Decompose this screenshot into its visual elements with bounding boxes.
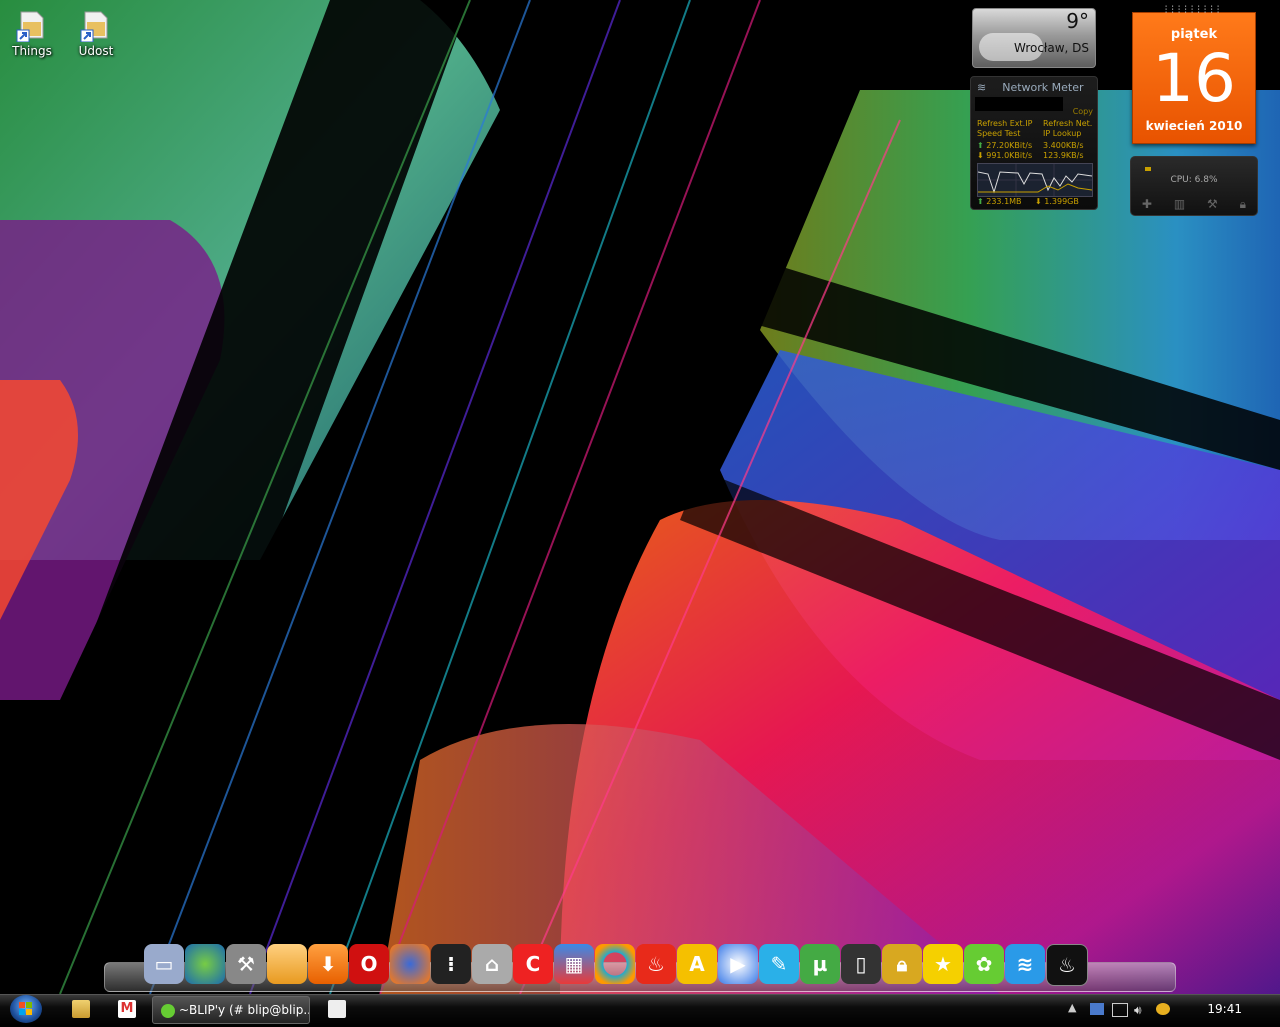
computer-icon[interactable]: ▭ (144, 944, 184, 984)
globe-icon[interactable] (185, 944, 225, 984)
folder-shortcut-icon (79, 8, 113, 43)
up-arrow-icon: ⬆ (977, 197, 984, 206)
memory-icon[interactable]: ▥ (1174, 197, 1185, 212)
gadu-icon[interactable]: ✿ (964, 944, 1004, 984)
weather-city: Wrocław, DS (1014, 41, 1089, 55)
tools-icon[interactable]: ⚒ (226, 944, 266, 984)
start-button[interactable] (10, 995, 42, 1023)
cubes-icon[interactable]: ▦ (554, 944, 594, 984)
redacted-ip (975, 97, 1063, 111)
system-tray: ▲ 🔊︎ 19:41 (1060, 995, 1280, 1023)
refresh-net-link[interactable]: Refresh Net. (1043, 119, 1092, 128)
antenna-icon[interactable]: ⁝ (431, 944, 471, 984)
folder-shortcut-icon (15, 8, 49, 43)
total-upload: 233.1MB (986, 197, 1022, 206)
taskbar-window-title: ~BLIP'y (# blip@blip.... (179, 1003, 310, 1017)
burn-icon[interactable]: ♨ (636, 944, 676, 984)
copy-link[interactable]: Copy (1073, 107, 1093, 116)
notepad-taskbar-icon[interactable] (328, 1000, 346, 1018)
lock-icon[interactable]: 🔒︎ (1240, 197, 1246, 212)
desktop-icon-udost[interactable]: Udost (64, 4, 128, 58)
explorer-quicklaunch-icon[interactable] (72, 1000, 90, 1018)
wrench-icon[interactable]: ⚒ (1207, 197, 1218, 212)
firefox-icon[interactable] (390, 944, 430, 984)
add-icon[interactable]: ✚ (1142, 197, 1152, 212)
total-download: 1.399GB (1044, 197, 1079, 206)
ipod-icon[interactable]: ▯ (841, 944, 881, 984)
downloads-icon[interactable]: ⬇ (308, 944, 348, 984)
desktop-icon-things[interactable]: Things (0, 4, 64, 58)
show-hidden-icons-chevron-icon[interactable]: ▲ (1068, 1001, 1076, 1014)
taskbar-clock[interactable]: 19:41 (1207, 1002, 1242, 1016)
volume-tray-icon[interactable]: 🔊︎ (1134, 1003, 1148, 1017)
calendar-day-number: 16 (1152, 40, 1236, 117)
download-rate: ⬇ 991.0KBit/s (977, 151, 1033, 160)
ip-lookup-link[interactable]: IP Lookup (1043, 129, 1081, 138)
down-arrow-icon: ⬇ (977, 151, 984, 160)
gmail-quicklaunch-icon[interactable]: M (118, 1000, 136, 1018)
speed-test-link[interactable]: Speed Test (977, 129, 1020, 138)
refresh-ext-ip-link[interactable]: Refresh Ext.IP (977, 119, 1032, 128)
cpu-usage-label: CPU: 6.8% (1170, 175, 1218, 185)
waves-icon[interactable]: ≋ (1005, 944, 1045, 984)
network-meter-title: ≋ Network Meter (977, 81, 1084, 94)
calendar-month-year: kwiecień 2010 (1145, 119, 1243, 133)
update-tray-icon[interactable] (1156, 1003, 1170, 1015)
network-graph (977, 163, 1093, 197)
network-tray-icon[interactable] (1090, 1003, 1104, 1015)
upload-rate-bytes: 3.400KB/s (1043, 141, 1084, 150)
calendar-gadget[interactable]: ⫶⫶⫶⫶⫶⫶⫶⫶⫶ piątek 16 kwiecień 2010 (1132, 5, 1256, 144)
steam-icon[interactable]: ♨ (1046, 944, 1088, 986)
windows-logo-icon (19, 1002, 32, 1015)
connection-tray-icon[interactable] (1112, 1003, 1128, 1017)
download-rate-bytes: 123.9KB/s (1043, 151, 1084, 160)
weather-gadget[interactable]: 9° Wrocław, DS (972, 8, 1096, 68)
network-meter-gadget[interactable]: ≋ Network Meter Copy Refresh Ext.IP Refre… (970, 76, 1098, 210)
wifi-icon: ≋ (977, 81, 987, 94)
calendar-rings-icon: ⫶⫶⫶⫶⫶⫶⫶⫶⫶ (1164, 5, 1224, 16)
desktop-icon-label: Things (12, 44, 52, 58)
ccleaner-icon[interactable]: C (513, 944, 553, 984)
taskbar-window-button[interactable]: ~BLIP'y (# blip@blip.... (152, 996, 310, 1024)
sync-icon[interactable] (595, 944, 635, 984)
down-arrow-icon: ⬇ (1035, 197, 1042, 206)
cpu-usage-bar (1145, 167, 1151, 171)
feather-icon[interactable]: ✎ (759, 944, 799, 984)
lock-icon[interactable]: 🔒︎ (882, 944, 922, 984)
media-player-icon[interactable]: ▶ (718, 944, 758, 984)
aimp-icon[interactable]: A (677, 944, 717, 984)
star-icon[interactable]: ★ (923, 944, 963, 984)
up-arrow-icon: ⬆ (977, 141, 984, 150)
opera-icon[interactable]: O (349, 944, 389, 984)
blip-app-icon (161, 1003, 175, 1018)
desktop-icon-label: Udost (78, 44, 114, 58)
cpu-meter-gadget[interactable]: CPU: 6.8% ✚ ▥ ⚒ 🔒︎ (1130, 156, 1258, 216)
trash-icon[interactable]: ⌂ (472, 944, 512, 984)
upload-rate: ⬆ 27.20KBit/s (977, 141, 1033, 150)
utorrent-icon[interactable]: µ (800, 944, 840, 984)
weather-temperature: 9° (1066, 9, 1089, 33)
folder-icon[interactable] (267, 944, 307, 984)
